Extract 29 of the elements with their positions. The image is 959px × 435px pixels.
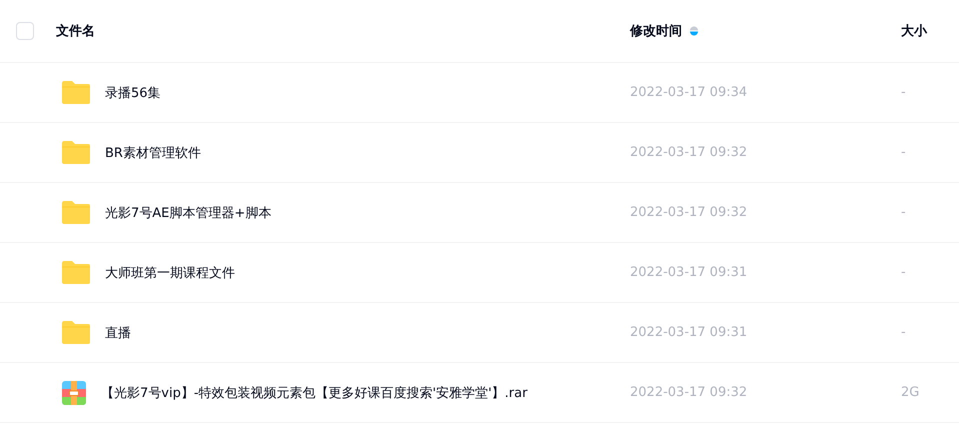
select-all-checkbox[interactable] [16,22,34,40]
modified-time: 2022-03-17 09:31 [630,325,748,340]
column-header[interactable]: 大小 [901,22,927,40]
file-name[interactable]: BR素材管理软件 [105,144,201,162]
folder-icon [62,321,90,344]
file-size: - [901,205,906,220]
file-size: - [901,265,906,280]
file-name[interactable]: 直播 [105,324,131,342]
modified-time: 2022-03-17 09:32 [630,385,748,400]
archive-icon [62,380,86,404]
modified-time: 2022-03-17 09:32 [630,145,748,160]
file-size: - [901,145,906,160]
file-name[interactable]: 【光影7号vip】-特效包装视频元素包【更多好课百度搜索'安雅学堂'】.rar [101,384,528,402]
file-name[interactable]: 录播56集 [105,84,161,102]
file-name[interactable]: 大师班第一期课程文件 [105,264,235,282]
file-name[interactable]: 光影7号AE脚本管理器+脚本 [105,204,272,222]
file-size: - [901,85,906,100]
folder-icon [62,141,90,164]
sort-icon[interactable] [690,25,698,37]
modified-time: 2022-03-17 09:32 [630,205,748,220]
column-header[interactable]: 文件名 [56,22,95,40]
folder-icon [62,201,90,224]
column-header[interactable]: 修改时间 [630,22,682,40]
folder-icon [62,261,90,284]
folder-icon [62,81,90,104]
modified-time: 2022-03-17 09:31 [630,265,748,280]
file-size: - [901,325,906,340]
file-size: 2G [901,385,920,400]
modified-time: 2022-03-17 09:34 [630,85,748,100]
